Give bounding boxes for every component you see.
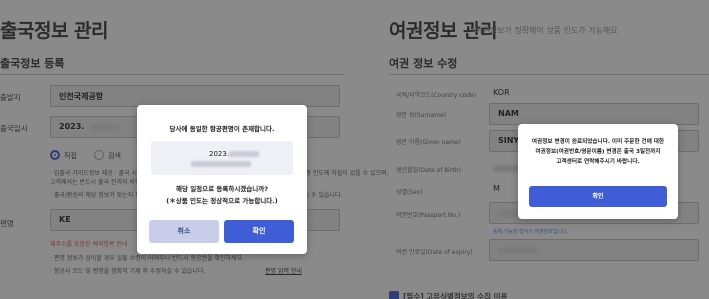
warning-note: 재주소를 포함한 예외항목 안내 xyxy=(50,241,128,248)
radio-direct[interactable] xyxy=(50,150,60,160)
redacted-flight-route xyxy=(191,161,251,167)
note-4: · 편명 정보가 상이할 경우 실물 수령이 어려우니 반드시 항공권을 확인하… xyxy=(50,255,245,262)
confirm-button[interactable]: 확인 xyxy=(529,186,667,207)
modal-line-1: 여권정보 변경이 완료되었습니다. 이미 주문한 건에 대한 xyxy=(531,139,665,145)
radio-search-label: 검색 xyxy=(108,152,121,160)
datetime-label: 출국일시 xyxy=(0,124,28,133)
country-label: 국적/지역코드(Country code) xyxy=(396,92,477,99)
cancel-button[interactable]: 취소 xyxy=(149,220,219,243)
country-value: KOR xyxy=(493,88,510,97)
radio-search[interactable] xyxy=(94,150,104,160)
agree-checkbox[interactable] xyxy=(389,291,399,299)
redacted-expiry xyxy=(498,247,538,254)
airport-select[interactable]: 인천국제공항 xyxy=(50,85,340,107)
divider xyxy=(0,74,345,75)
passport-valid-note: 등록 가능한 형식의 여권번호입니다. xyxy=(493,229,569,235)
datetime-value: 2023. xyxy=(59,122,85,131)
passport-section-title: 여권 정보 수정 xyxy=(389,57,458,70)
birth-label: 생년월일(Date of birth) xyxy=(396,167,461,174)
expiry-label: 여권 만료일(Date of expiry) xyxy=(396,249,473,256)
divider xyxy=(389,74,709,75)
surname-value: NAM xyxy=(498,109,519,118)
modal-message: 당사에 동일한 항공편명이 존재합니다. xyxy=(169,125,275,133)
modal-notice: (＊상품 인도는 정상적으로 가능합니다.) xyxy=(166,197,278,205)
surname-label: 영문 성(Surname) xyxy=(396,112,447,119)
flight-guide-link[interactable]: 편명 입력 안내 xyxy=(265,266,302,275)
flight-date: 2023. xyxy=(209,150,230,158)
modal-line-3: 고객센터로 연락해주시기 바랍니다. xyxy=(556,159,640,165)
expiry-input[interactable] xyxy=(489,239,699,261)
surname-input[interactable]: NAM xyxy=(489,103,699,125)
departure-title: 출국정보 관리 xyxy=(0,20,109,42)
passport-no-label: 여권번호(Passport No.) xyxy=(396,212,461,219)
duplicate-flight-modal: 당사에 동일한 항공편명이 존재합니다. 2023. 해당 일정으로 등록하시겠… xyxy=(137,105,307,254)
sex-value: M xyxy=(493,184,500,193)
passport-subtitle: 여권정보가 정확해야 상품 인도가 가능해요 xyxy=(475,26,618,35)
agree-label: [필수] 고유식별정보의 수집 이용 xyxy=(403,292,508,299)
flight-info-box: 2023. xyxy=(151,141,293,175)
modal-question: 해당 일정으로 등록하시겠습니까? xyxy=(175,185,269,193)
redacted-datetime xyxy=(91,124,119,131)
airport-label: 출발지 xyxy=(0,93,21,102)
confirm-button[interactable]: 확인 xyxy=(224,220,294,243)
departure-section-title: 출국정보 등록 xyxy=(0,57,65,70)
passport-updated-modal: 여권정보 변경이 완료되었습니다. 이미 주문한 건에 대한 여권정보(여권번호… xyxy=(518,124,678,219)
redacted-flight-time xyxy=(229,151,259,157)
givenname-label: 영문 이름(Given name) xyxy=(396,139,461,146)
modal-line-2: 여권정보(여권번호/영문이름) 변경은 출국 3일전까지 xyxy=(535,149,661,155)
flight-value: KE xyxy=(59,215,71,224)
radio-direct-label: 직접 xyxy=(64,152,77,160)
sex-label: 성별(Sex) xyxy=(396,189,423,196)
airport-value: 인천국제공항 xyxy=(59,92,104,101)
note-5: · 항공사 코드 및 편명을 정확히 기재 후 수정하실 수 있습니다. xyxy=(50,268,206,275)
flight-label: 편명 xyxy=(0,219,14,228)
